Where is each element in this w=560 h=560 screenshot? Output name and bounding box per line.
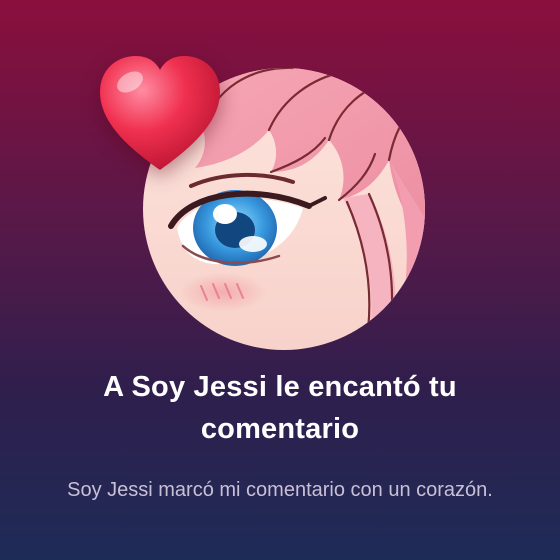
notification-message: Soy Jessi marcó mi comentario con un cor…	[67, 479, 493, 501]
reaction-notification-screen: A Soy Jessi le encantó tu comentario Soy…	[0, 0, 560, 560]
heart-icon	[100, 56, 220, 170]
notification-title: A Soy Jessi le encantó tu comentario	[103, 371, 457, 445]
